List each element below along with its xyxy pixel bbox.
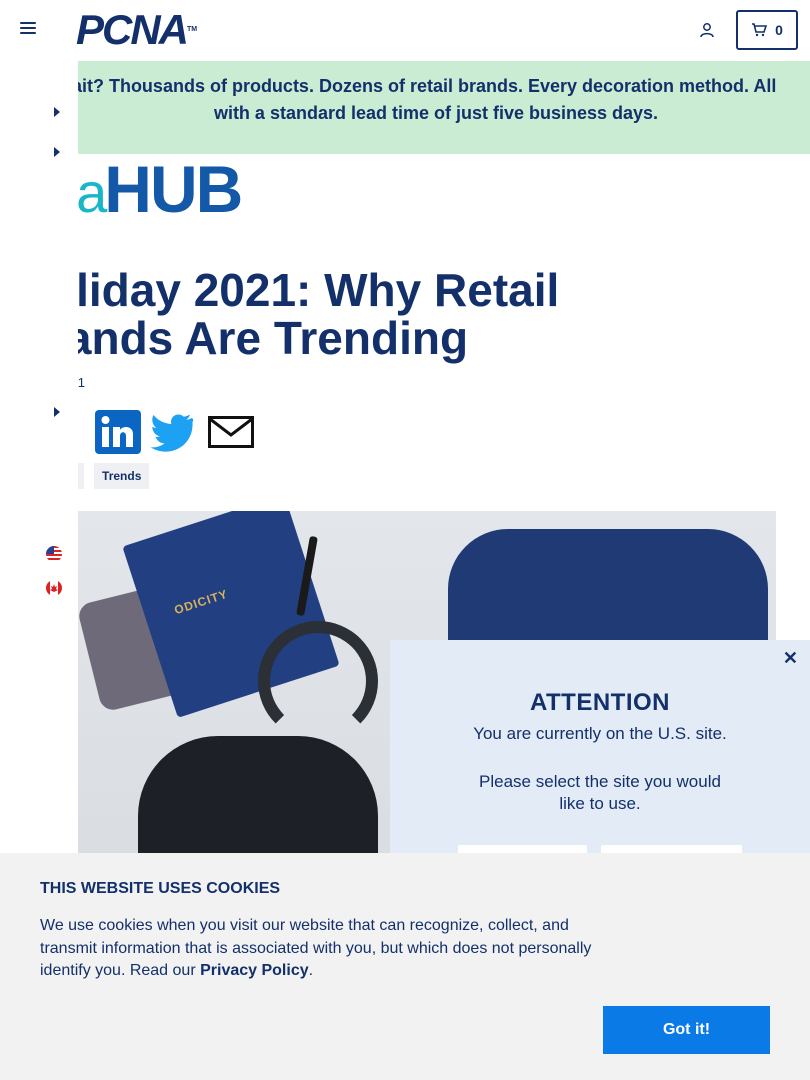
cart-count: 0 xyxy=(775,22,783,38)
logo-text: PCNA xyxy=(76,6,189,53)
promo-banner: Wait? Thousands of products. Dozens of r… xyxy=(78,61,810,154)
accept-cookies-button[interactable]: Got it! xyxy=(603,1006,770,1054)
cookie-period: . xyxy=(308,962,314,979)
title-line-1: oliday 2021: Why Retail xyxy=(78,264,560,316)
headphones-graphic xyxy=(258,621,378,741)
hub-logo-prefix: ea xyxy=(78,161,107,224)
cookie-body: We use cookies when you visit our websit… xyxy=(40,917,592,979)
tag-holidays[interactable]: ays xyxy=(78,463,85,489)
idea-hub-logo: eaHUB xyxy=(78,154,243,226)
site-header: PCNATM 0 xyxy=(0,0,810,61)
close-icon[interactable]: ✕ xyxy=(783,648,798,669)
cart-button[interactable]: 0 xyxy=(736,10,798,50)
cookie-banner: THIS WEBSITE USES COOKIES We use cookies… xyxy=(0,853,810,1080)
pcna-logo[interactable]: PCNATM xyxy=(76,9,198,51)
promo-line-1: Wait? Thousands of products. Dozens of r… xyxy=(78,76,777,96)
caret-right-icon[interactable] xyxy=(54,147,60,157)
cookie-title: THIS WEBSITE USES COOKIES xyxy=(40,880,281,897)
cart-icon xyxy=(752,23,768,37)
linkedin-icon[interactable] xyxy=(95,410,141,454)
page: PCNATM 0 Wait? Thousands of products. Do… xyxy=(0,0,810,1080)
hub-logo-main: HUB xyxy=(104,154,243,226)
modal-title: ATTENTION xyxy=(529,689,671,716)
email-icon[interactable] xyxy=(208,416,254,448)
modal-instruction: Please select the site you would like to… xyxy=(479,772,721,813)
title-line-2: rands Are Trending xyxy=(78,312,469,364)
privacy-policy-link[interactable]: Privacy Policy xyxy=(200,962,309,979)
tag-list: ays Trends xyxy=(78,463,150,489)
caret-right-icon[interactable] xyxy=(54,107,60,117)
modal-current-site: You are currently on the U.S. site. xyxy=(473,724,727,743)
promo-line-2: with a standard lead time of just five b… xyxy=(213,103,659,123)
twitter-icon[interactable] xyxy=(150,412,194,452)
us-flag-icon[interactable] xyxy=(46,546,62,562)
tag-trends[interactable]: Trends xyxy=(94,463,150,489)
site-selector-modal: ✕ ATTENTION You are currently on the U.S… xyxy=(390,640,810,885)
account-icon[interactable] xyxy=(699,22,715,38)
menu-icon[interactable] xyxy=(20,22,36,38)
canada-flag-icon[interactable] xyxy=(46,580,62,596)
logo-trademark: TM xyxy=(187,26,198,33)
article-title: oliday 2021: Why Retail rands Are Trendi… xyxy=(78,266,768,362)
caret-right-icon[interactable] xyxy=(54,407,60,417)
cookie-text: We use cookies when you visit our websit… xyxy=(40,915,610,983)
hero-brand-text: ODICITY xyxy=(172,586,230,618)
article-date: 2021 xyxy=(78,375,85,390)
